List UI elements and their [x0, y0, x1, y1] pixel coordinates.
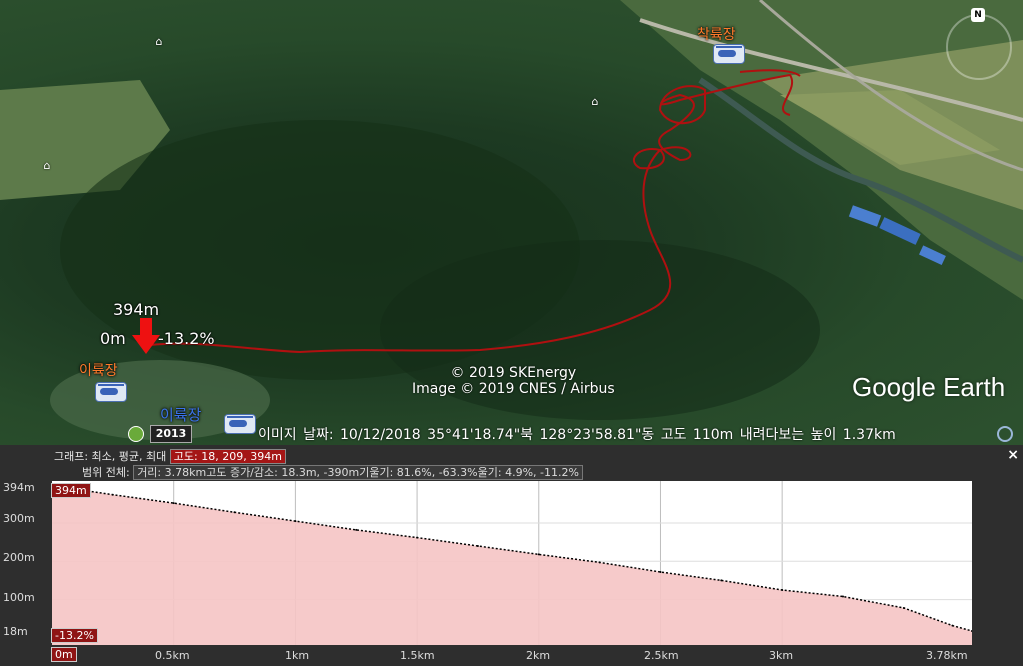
range-summary-line: 범위 전체: 거리: 3.78km고도 증가/감소: 18.3m, -390m기… [82, 464, 583, 480]
compass-control[interactable]: N [940, 8, 1016, 84]
status-bar-text: 이미지 날짜: 10/12/2018 35°41'18.74"북 128°23'… [258, 427, 896, 443]
elevation-point [720, 579, 723, 582]
graph-summary-prefix: 그래프: 최소, 평균, 최대 [54, 450, 167, 463]
range-summary-prefix: 범위 전체: [82, 466, 130, 479]
close-button[interactable]: × [1007, 447, 1019, 463]
helicopter-icon[interactable] [224, 414, 256, 434]
landing-site-label: 착륙장 [697, 27, 736, 43]
elevation-point [416, 536, 419, 539]
y-tick-label: 300m [3, 512, 35, 525]
historical-imagery-icon[interactable] [128, 426, 144, 442]
elevation-point [659, 571, 662, 573]
y-tick-label: 18m [3, 625, 28, 638]
track-start-label: 0m [100, 329, 126, 348]
helicopter-icon[interactable] [713, 44, 745, 64]
max-elevation-tag: 394m [51, 483, 91, 498]
elevation-point [598, 561, 601, 564]
y-tick-label: 394m [3, 481, 35, 494]
takeoff-site-label-2: 이륙장 [160, 406, 202, 424]
elevation-point [172, 502, 175, 505]
takeoff-site-label: 이륙장 [79, 363, 118, 379]
start-distance-tag: 0m [51, 647, 77, 662]
landmark-icon[interactable]: ⌂ [152, 36, 166, 48]
x-tick-label: 1km [285, 649, 310, 662]
elevation-point [476, 545, 479, 547]
elevation-point [902, 607, 905, 609]
elevation-point [842, 595, 844, 598]
elevation-point [355, 528, 358, 531]
elevation-point [233, 511, 236, 514]
x-tick-label: 1.5km [400, 649, 435, 662]
elevation-point [951, 624, 954, 627]
copyright-line-2: Image © 2019 CNES / Airbus [412, 381, 615, 397]
google-earth-logo: Google Earth [852, 372, 1006, 402]
x-tick-label: 0.5km [155, 649, 190, 662]
elevation-chart[interactable] [51, 481, 973, 645]
elevation-point [294, 520, 297, 523]
elevation-stats: 고도: 18, 209, 394m [169, 449, 286, 464]
y-tick-label: 200m [3, 551, 35, 564]
elevation-point [781, 589, 784, 591]
landmark-icon[interactable]: ⌂ [588, 96, 602, 108]
range-stats: 거리: 3.78km고도 증가/감소: 18.3m, -390m기울기: 81.… [133, 465, 583, 480]
landmark-icon[interactable]: ⌂ [40, 160, 54, 172]
elevation-point [111, 493, 114, 496]
y-tick-label: 100m [3, 591, 35, 604]
map-view[interactable]: 착륙장 이륙장 이륙장 ⌂ ⌂ ⌂ 394m 0m -13.2% N © 201… [0, 0, 1023, 445]
streaming-indicator-icon [997, 426, 1013, 442]
elevation-point [537, 553, 540, 556]
x-tick-label: 3.78km [926, 649, 968, 662]
track-max-elevation-label: 394m [113, 300, 160, 319]
north-indicator[interactable]: N [971, 8, 985, 22]
imagery-copyright: © 2019 SKEnergy Image © 2019 CNES / Airb… [412, 365, 615, 397]
elevation-chart-plot[interactable] [51, 481, 973, 645]
track-slope-label: -13.2% [158, 329, 215, 348]
graph-summary-line: 그래프: 최소, 평균, 최대 고도: 18, 209, 394m [54, 448, 286, 464]
elevation-area [52, 487, 972, 645]
copyright-line-1: © 2019 SKEnergy [450, 365, 577, 381]
imagery-year-badge[interactable]: 2013 [150, 425, 192, 443]
slope-tag: -13.2% [51, 628, 98, 643]
compass-ring-icon[interactable] [946, 14, 1012, 80]
x-tick-label: 2.5km [644, 649, 679, 662]
x-tick-label: 2km [526, 649, 551, 662]
helicopter-icon[interactable] [95, 382, 127, 402]
x-tick-label: 3km [769, 649, 794, 662]
